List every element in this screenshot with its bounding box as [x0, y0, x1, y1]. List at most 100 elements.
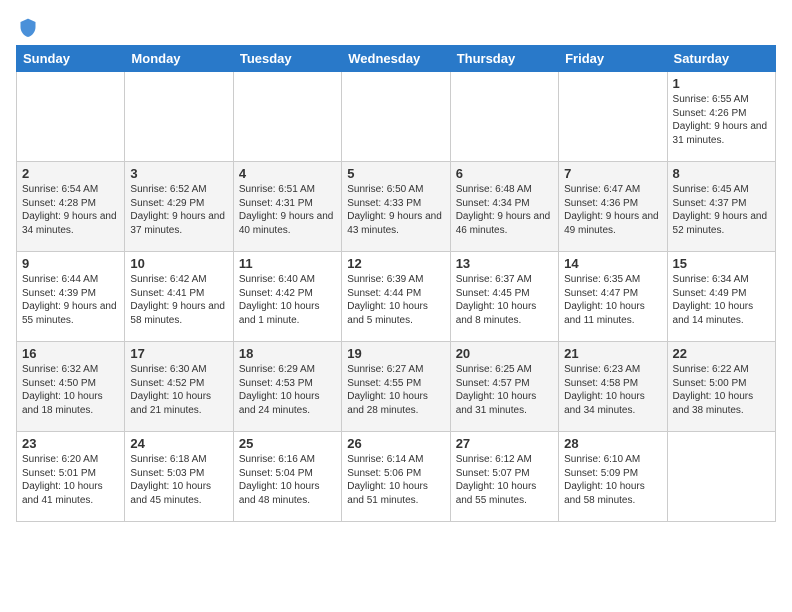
- calendar-cell: 18Sunrise: 6:29 AM Sunset: 4:53 PM Dayli…: [233, 342, 341, 432]
- calendar-cell: 20 Sunrise: 6:25 AM Sunset: 4:57 PM Dayli…: [450, 342, 558, 432]
- day-number: 17: [130, 346, 227, 361]
- day-number: 2: [22, 166, 119, 181]
- day-info: Sunrise: 6:16 AM Sunset: 5:04 PM Dayligh…: [239, 453, 336, 507]
- calendar-cell: [450, 72, 558, 162]
- day-info: Sunrise: 6:39 AM Sunset: 4:44 PM Dayligh…: [347, 273, 444, 327]
- calendar-cell: 23 Sunrise: 6:20 AM Sunset: 5:01 PM Dayli…: [17, 432, 125, 522]
- day-info: Sunrise: 6:51 AM Sunset: 4:31 PM Dayligh…: [239, 183, 336, 237]
- week-row-2: 2 Sunrise: 6:54 AM Sunset: 4:28 PM Daylig…: [17, 162, 776, 252]
- day-number: 8: [673, 166, 770, 181]
- page-header: [16, 16, 776, 37]
- day-number: 4: [239, 166, 336, 181]
- calendar-cell: [559, 72, 667, 162]
- day-number: 3: [130, 166, 227, 181]
- calendar-cell: 10Sunrise: 6:42 AM Sunset: 4:41 PM Dayli…: [125, 252, 233, 342]
- week-row-5: 23 Sunrise: 6:20 AM Sunset: 5:01 PM Dayli…: [17, 432, 776, 522]
- day-number: 21: [564, 346, 661, 361]
- calendar-cell: 2 Sunrise: 6:54 AM Sunset: 4:28 PM Daylig…: [17, 162, 125, 252]
- day-number: 13: [456, 256, 553, 271]
- day-number: 27: [456, 436, 553, 451]
- day-number: 24: [130, 436, 227, 451]
- calendar-cell: 4 Sunrise: 6:51 AM Sunset: 4:31 PM Daylig…: [233, 162, 341, 252]
- calendar-cell: 7 Sunrise: 6:47 AM Sunset: 4:36 PM Daylig…: [559, 162, 667, 252]
- calendar-cell: 25 Sunrise: 6:16 AM Sunset: 5:04 PM Dayli…: [233, 432, 341, 522]
- calendar-cell: 9 Sunrise: 6:44 AM Sunset: 4:39 PM Daylig…: [17, 252, 125, 342]
- day-info: Sunrise: 6:50 AM Sunset: 4:33 PM Dayligh…: [347, 183, 444, 237]
- day-info: Sunrise: 6:10 AM Sunset: 5:09 PM Dayligh…: [564, 453, 661, 507]
- calendar-cell: 6 Sunrise: 6:48 AM Sunset: 4:34 PM Daylig…: [450, 162, 558, 252]
- day-info: Sunrise: 6:27 AM Sunset: 4:55 PM Dayligh…: [347, 363, 444, 417]
- day-number: 9: [22, 256, 119, 271]
- calendar-cell: 28 Sunrise: 6:10 AM Sunset: 5:09 PM Dayli…: [559, 432, 667, 522]
- day-info: Sunrise: 6:48 AM Sunset: 4:34 PM Dayligh…: [456, 183, 553, 237]
- week-row-1: 1 Sunrise: 6:55 AM Sunset: 4:26 PM Daylig…: [17, 72, 776, 162]
- day-info: Sunrise: 6:25 AM Sunset: 4:57 PM Dayligh…: [456, 363, 553, 417]
- day-info: Sunrise: 6:40 AM Sunset: 4:42 PM Dayligh…: [239, 273, 336, 327]
- day-number: 16: [22, 346, 119, 361]
- day-number: 18: [239, 346, 336, 361]
- day-number: 5: [347, 166, 444, 181]
- day-number: 22: [673, 346, 770, 361]
- calendar-cell: 1 Sunrise: 6:55 AM Sunset: 4:26 PM Daylig…: [667, 72, 775, 162]
- day-info: Sunrise: 6:12 AM Sunset: 5:07 PM Dayligh…: [456, 453, 553, 507]
- calendar-cell: [233, 72, 341, 162]
- calendar-cell: 12 Sunrise: 6:39 AM Sunset: 4:44 PM Dayli…: [342, 252, 450, 342]
- day-number: 14: [564, 256, 661, 271]
- weekday-header-friday: Friday: [559, 46, 667, 72]
- day-number: 25: [239, 436, 336, 451]
- calendar-cell: 17 Sunrise: 6:30 AM Sunset: 4:52 PM Dayli…: [125, 342, 233, 432]
- day-info: Sunrise: 6:47 AM Sunset: 4:36 PM Dayligh…: [564, 183, 661, 237]
- calendar-cell: 27 Sunrise: 6:12 AM Sunset: 5:07 PM Dayli…: [450, 432, 558, 522]
- logo-icon: [18, 17, 38, 37]
- calendar-cell: 13 Sunrise: 6:37 AM Sunset: 4:45 PM Dayli…: [450, 252, 558, 342]
- day-info: Sunrise: 6:18 AM Sunset: 5:03 PM Dayligh…: [130, 453, 227, 507]
- day-number: 26: [347, 436, 444, 451]
- day-number: 11: [239, 256, 336, 271]
- calendar-cell: [125, 72, 233, 162]
- day-number: 1: [673, 76, 770, 91]
- week-row-4: 16 Sunrise: 6:32 AM Sunset: 4:50 PM Dayli…: [17, 342, 776, 432]
- week-row-3: 9 Sunrise: 6:44 AM Sunset: 4:39 PM Daylig…: [17, 252, 776, 342]
- day-info: Sunrise: 6:30 AM Sunset: 4:52 PM Dayligh…: [130, 363, 227, 417]
- day-number: 19: [347, 346, 444, 361]
- day-info: Sunrise: 6:54 AM Sunset: 4:28 PM Dayligh…: [22, 183, 119, 237]
- calendar-cell: 14 Sunrise: 6:35 AM Sunset: 4:47 PM Dayli…: [559, 252, 667, 342]
- weekday-header-wednesday: Wednesday: [342, 46, 450, 72]
- day-number: 7: [564, 166, 661, 181]
- day-info: Sunrise: 6:20 AM Sunset: 5:01 PM Dayligh…: [22, 453, 119, 507]
- day-number: 20: [456, 346, 553, 361]
- day-number: 28: [564, 436, 661, 451]
- calendar-cell: 21 Sunrise: 6:23 AM Sunset: 4:58 PM Dayli…: [559, 342, 667, 432]
- day-number: 6: [456, 166, 553, 181]
- day-number: 12: [347, 256, 444, 271]
- calendar-cell: 5 Sunrise: 6:50 AM Sunset: 4:33 PM Daylig…: [342, 162, 450, 252]
- weekday-header-monday: Monday: [125, 46, 233, 72]
- weekday-header-tuesday: Tuesday: [233, 46, 341, 72]
- calendar-cell: 19 Sunrise: 6:27 AM Sunset: 4:55 PM Dayli…: [342, 342, 450, 432]
- weekday-header-sunday: Sunday: [17, 46, 125, 72]
- calendar-cell: 11 Sunrise: 6:40 AM Sunset: 4:42 PM Dayli…: [233, 252, 341, 342]
- day-info: Sunrise: 6:37 AM Sunset: 4:45 PM Dayligh…: [456, 273, 553, 327]
- day-info: Sunrise: 6:32 AM Sunset: 4:50 PM Dayligh…: [22, 363, 119, 417]
- day-info: Sunrise: 6:34 AM Sunset: 4:49 PM Dayligh…: [673, 273, 770, 327]
- day-info: Sunrise: 6:55 AM Sunset: 4:26 PM Dayligh…: [673, 93, 770, 147]
- day-info: Sunrise: 6:23 AM Sunset: 4:58 PM Dayligh…: [564, 363, 661, 417]
- calendar-cell: 24 Sunrise: 6:18 AM Sunset: 5:03 PM Dayli…: [125, 432, 233, 522]
- weekday-header-row: SundayMondayTuesdayWednesdayThursdayFrid…: [17, 46, 776, 72]
- calendar-cell: [342, 72, 450, 162]
- day-number: 10: [130, 256, 227, 271]
- calendar-cell: [17, 72, 125, 162]
- calendar-cell: 26Sunrise: 6:14 AM Sunset: 5:06 PM Dayli…: [342, 432, 450, 522]
- day-info: Sunrise: 6:45 AM Sunset: 4:37 PM Dayligh…: [673, 183, 770, 237]
- day-info: Sunrise: 6:22 AM Sunset: 5:00 PM Dayligh…: [673, 363, 770, 417]
- calendar-cell: [667, 432, 775, 522]
- calendar-cell: 15Sunrise: 6:34 AM Sunset: 4:49 PM Dayli…: [667, 252, 775, 342]
- logo: [16, 16, 38, 37]
- day-number: 23: [22, 436, 119, 451]
- calendar-cell: 3 Sunrise: 6:52 AM Sunset: 4:29 PM Daylig…: [125, 162, 233, 252]
- day-info: Sunrise: 6:35 AM Sunset: 4:47 PM Dayligh…: [564, 273, 661, 327]
- calendar-cell: 8 Sunrise: 6:45 AM Sunset: 4:37 PM Daylig…: [667, 162, 775, 252]
- day-info: Sunrise: 6:52 AM Sunset: 4:29 PM Dayligh…: [130, 183, 227, 237]
- day-info: Sunrise: 6:44 AM Sunset: 4:39 PM Dayligh…: [22, 273, 119, 327]
- calendar-cell: 16 Sunrise: 6:32 AM Sunset: 4:50 PM Dayli…: [17, 342, 125, 432]
